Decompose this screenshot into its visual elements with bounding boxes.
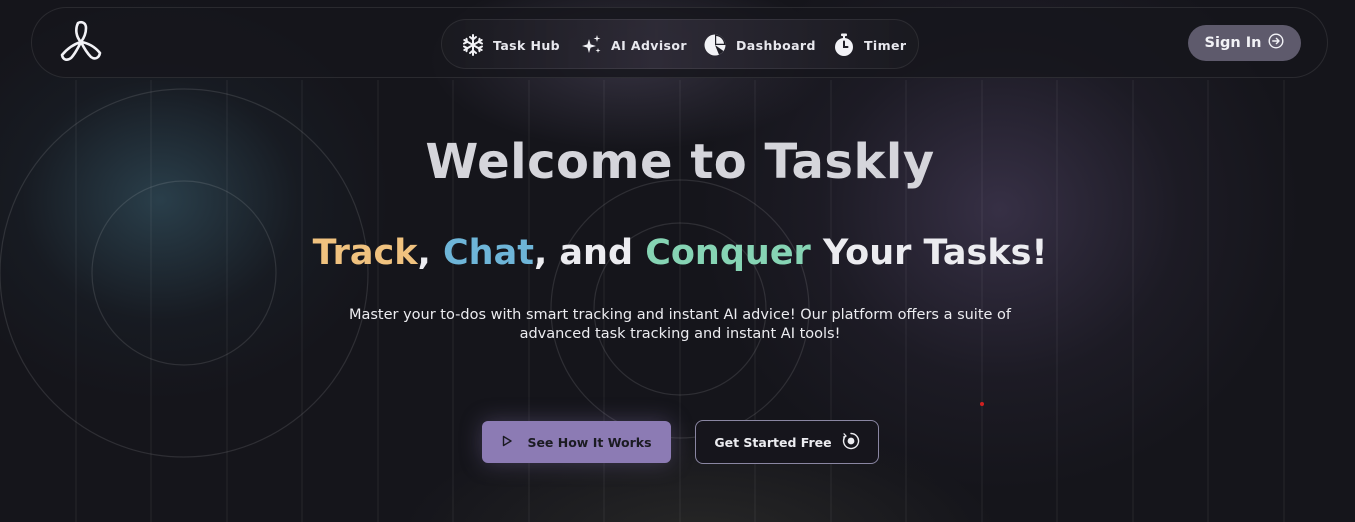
snowflake-icon [462,34,484,56]
get-started-free-button[interactable]: Get Started Free [695,420,879,464]
subtitle-word-chat: Chat [442,233,534,273]
hero-description: Master your to-dos with smart tracking a… [348,307,1012,342]
nav-menu: Task Hub AI Advisor Dashboard Timer [441,19,919,69]
navbar: Task Hub AI Advisor Dashboard Timer Sign… [31,7,1328,78]
target-icon [842,432,860,453]
see-how-it-works-button[interactable]: See How It Works [482,421,671,463]
get-started-free-label: Get Started Free [714,434,832,450]
subtitle-rest: Your Tasks! [810,233,1048,273]
see-how-it-works-label: See How It Works [527,434,652,450]
nav-item-label: AI Advisor [611,37,687,53]
sign-in-button[interactable]: Sign In [1188,25,1301,61]
nav-item-label: Task Hub [493,37,560,53]
sparkles-icon [580,34,602,56]
sign-in-label: Sign In [1204,35,1262,51]
nav-item-label: Dashboard [736,37,816,53]
hero-subtitle: Track, Chat, and Conquer Your Tasks! [0,233,1355,273]
stopwatch-icon [833,33,855,57]
nav-item-dashboard[interactable]: Dashboard [703,20,816,70]
landing-page: Task Hub AI Advisor Dashboard Timer Sign… [0,0,1355,522]
nav-item-timer[interactable]: Timer [833,20,906,70]
cursor-dot [980,402,984,406]
nav-item-label: Timer [864,37,907,53]
nav-item-ai-advisor[interactable]: AI Advisor [580,20,687,70]
subtitle-separator: , and [533,233,646,273]
subtitle-word-conquer: Conquer [645,233,811,273]
subtitle-separator: , [417,233,443,273]
nav-item-task-hub[interactable]: Task Hub [462,20,560,70]
subtitle-word-track: Track [312,233,418,273]
arrow-right-circle-icon [1268,33,1284,53]
play-icon [501,435,513,450]
pie-chart-icon [703,33,727,57]
propeller-logo-icon[interactable] [58,20,104,66]
hero-title: Welcome to Taskly [425,134,935,190]
